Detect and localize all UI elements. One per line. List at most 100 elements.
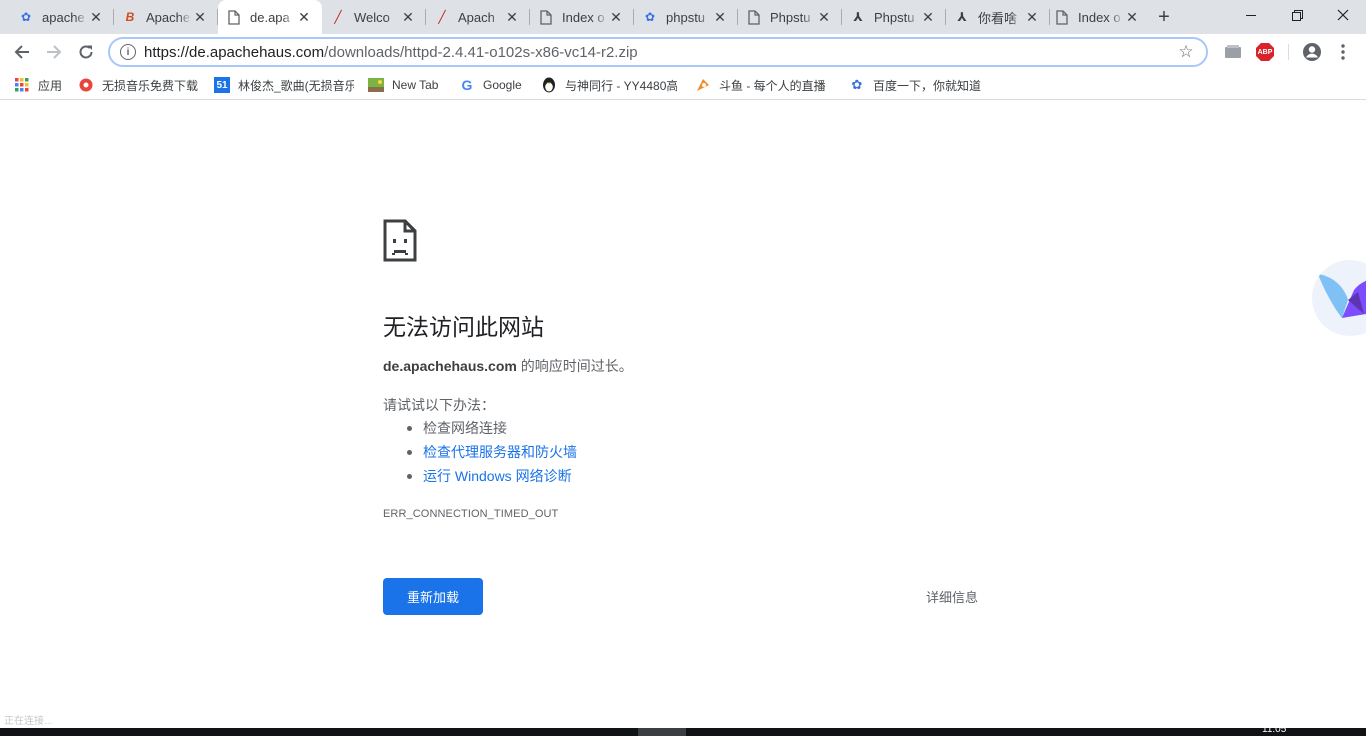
bookmark-label: 百度一下，你就知道 <box>873 78 982 93</box>
reload-button[interactable]: 重新加载 <box>383 578 483 615</box>
tab-6[interactable]: ✿ phpstu ✕ <box>634 0 738 34</box>
tab-1[interactable]: B Apache ✕ <box>114 0 218 34</box>
close-icon[interactable]: ✕ <box>1124 9 1140 25</box>
tab-8[interactable]: ⅄ Phpstu ✕ <box>842 0 946 34</box>
tab-strip: ✿ apache ✕ B Apache ✕ de.apa ✕ ╱ Welco ✕… <box>0 0 1366 34</box>
penguin-icon <box>541 77 557 93</box>
close-icon[interactable]: ✕ <box>88 9 104 25</box>
tab-title: Apache <box>146 9 191 25</box>
bookmark-label: 与神同行 - YY4480高 <box>565 78 677 93</box>
sad-page-icon <box>383 219 417 262</box>
tab-title: 你看啥 <box>978 10 1018 26</box>
tab-2-active[interactable]: de.apa ✕ <box>218 0 322 34</box>
tab-title: Apach <box>458 9 495 25</box>
close-icon[interactable]: ✕ <box>296 9 312 25</box>
bookmark-music[interactable]: 无损音乐免费下载 <box>78 70 198 100</box>
try-heading: 请试试以下办法： <box>383 397 495 413</box>
tab-7[interactable]: Phpstu ✕ <box>738 0 842 34</box>
close-icon[interactable]: ✕ <box>608 9 624 25</box>
taskbar-item[interactable] <box>638 728 686 736</box>
url-text[interactable]: https://de.apachehaus.com/downloads/http… <box>144 44 1174 61</box>
error-host-suffix: 的响应时间过长。 <box>516 358 633 374</box>
bookmark-label: 林俊杰_歌曲(无损音乐 <box>238 78 354 93</box>
reload-icon[interactable] <box>72 38 100 66</box>
bookmark-star-icon[interactable]: ☆ <box>1174 42 1198 62</box>
bird-logo-icon: ⅄ <box>957 10 967 24</box>
suggestion-run-diagnostics-link[interactable]: 运行 Windows 网络诊断 <box>383 466 577 490</box>
bookmark-apps[interactable]: 应用 <box>14 70 62 100</box>
tab-9[interactable]: ⅄ 你看啥 ✕ <box>946 0 1050 34</box>
menu-dots-icon[interactable] <box>1332 41 1354 63</box>
bird-logo-icon: ⅄ <box>853 10 863 24</box>
bookmark-label: New Tab <box>392 78 439 92</box>
close-icon[interactable]: ✕ <box>920 9 936 25</box>
bookmark-51[interactable]: 51 林俊杰_歌曲(无损音乐 <box>214 70 354 100</box>
error-host: de.apachehaus.com <box>383 358 517 374</box>
adblock-plus-icon[interactable]: ABP <box>1254 41 1276 63</box>
tab-0[interactable]: ✿ apache ✕ <box>10 0 114 34</box>
extension-icon[interactable] <box>1222 41 1244 63</box>
bird-icon <box>1318 274 1366 318</box>
tab-title: Welco <box>354 9 390 25</box>
page-icon <box>746 9 762 25</box>
abp-label: ABP <box>1257 48 1273 56</box>
minimize-icon[interactable] <box>1228 0 1274 30</box>
error-title: 无法访问此网站 <box>383 314 544 340</box>
douyu-icon <box>695 77 711 93</box>
restore-icon[interactable] <box>1274 0 1320 30</box>
google-icon: G <box>461 77 473 93</box>
bookmark-label: Google <box>483 78 522 92</box>
suggestion-list: 检查网络连接 检查代理服务器和防火墙 运行 Windows 网络诊断 <box>383 418 577 490</box>
bookmark-baidu[interactable]: ✿ 百度一下，你就知道 <box>849 70 981 100</box>
baidu-paw-icon: ✿ <box>851 77 863 92</box>
page-icon <box>1054 9 1070 25</box>
floating-bird-widget[interactable] <box>1312 260 1366 336</box>
tab-title: Phpstu <box>874 9 915 25</box>
tab-title: Index o <box>562 9 605 25</box>
tab-4[interactable]: ╱ Apach ✕ <box>426 0 530 34</box>
bookmarks-bar: 应用 无损音乐免费下载 51 林俊杰_歌曲(无损音乐 New Tab G Goo… <box>0 70 1366 100</box>
baidu-paw-icon: ✿ <box>644 10 656 24</box>
forward-arrow-icon[interactable] <box>40 38 68 66</box>
address-bar[interactable]: i https://de.apachehaus.com/downloads/ht… <box>108 37 1208 67</box>
tab-title: Index o <box>1078 9 1121 25</box>
close-icon[interactable]: ✕ <box>712 9 728 25</box>
apps-grid-icon <box>14 77 30 93</box>
tab-title: phpstu <box>666 9 706 25</box>
tab-5[interactable]: Index o ✕ <box>530 0 634 34</box>
bookmark-label: 应用 <box>38 78 63 93</box>
close-icon[interactable]: ✕ <box>504 9 520 25</box>
error-code: ERR_CONNECTION_TIMED_OUT <box>383 508 559 520</box>
details-button[interactable]: 详细信息 <box>920 586 984 607</box>
close-icon[interactable]: ✕ <box>816 9 832 25</box>
new-tab-plus-icon[interactable]: + <box>1152 5 1176 29</box>
b-logo-icon: B <box>125 10 135 24</box>
close-window-icon[interactable] <box>1320 0 1366 30</box>
page-icon <box>226 9 242 25</box>
bookmark-google[interactable]: G Google <box>459 70 522 100</box>
page-icon <box>538 9 554 25</box>
profile-avatar-icon[interactable] <box>1301 41 1323 63</box>
back-arrow-icon[interactable] <box>8 38 36 66</box>
suggestion-check-proxy-link[interactable]: 检查代理服务器和防火墙 <box>383 442 577 466</box>
bookmark-label: 无损音乐免费下载 <box>102 78 199 93</box>
bookmark-douyu[interactable]: 斗鱼 - 每个人的直播 <box>695 70 826 100</box>
url-path: /downloads/httpd-2.4.41-o102s-x86-vc14-r… <box>324 43 638 61</box>
browser-toolbar: i https://de.apachehaus.com/downloads/ht… <box>0 34 1366 70</box>
feather-icon: ╱ <box>334 10 342 24</box>
os-taskbar: 11:05 <box>0 724 1366 736</box>
suggestion-check-connection: 检查网络连接 <box>383 418 577 442</box>
bookmark-newtab[interactable]: New Tab <box>368 70 438 100</box>
url-host: https://de.apachehaus.com <box>144 43 325 61</box>
close-icon[interactable]: ✕ <box>1024 9 1040 25</box>
close-icon[interactable]: ✕ <box>192 9 208 25</box>
status-bubble: 正在连接... <box>4 716 53 727</box>
tab-title: de.apa <box>250 9 290 25</box>
site-info-icon[interactable]: i <box>120 44 136 60</box>
tab-10[interactable]: Index o ✕ <box>1046 0 1150 34</box>
close-icon[interactable]: ✕ <box>400 9 416 25</box>
bookmark-label: 斗鱼 - 每个人的直播 <box>719 78 826 93</box>
bookmark-yy4480[interactable]: 与神同行 - YY4480高 <box>541 70 677 100</box>
baidu-paw-icon: ✿ <box>20 10 32 24</box>
tab-3[interactable]: ╱ Welco ✕ <box>322 0 426 34</box>
